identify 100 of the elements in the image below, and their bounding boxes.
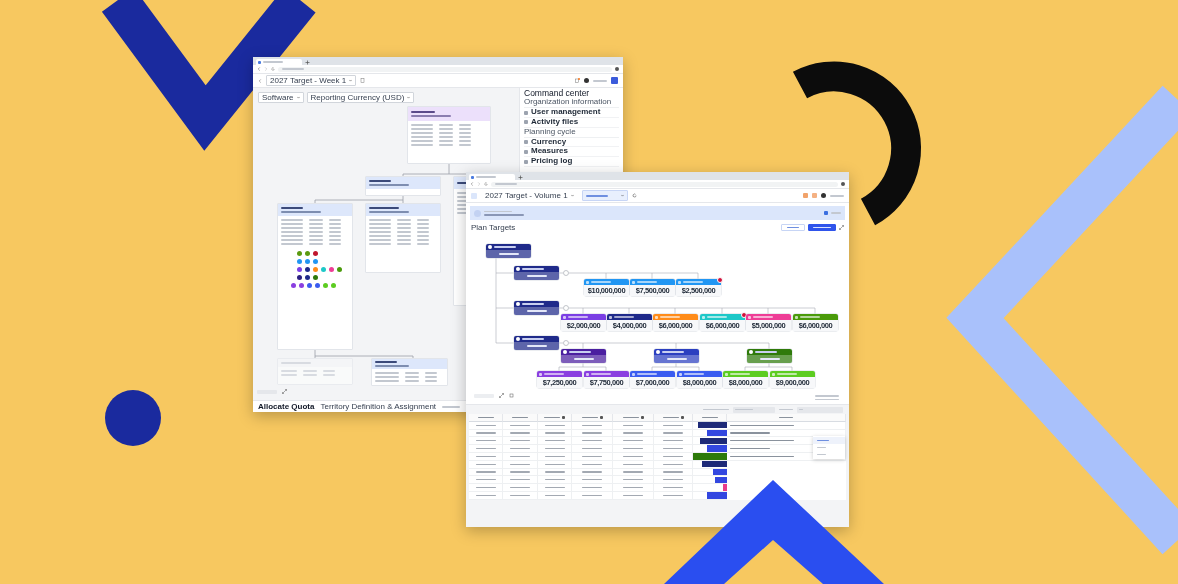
target-field[interactable] <box>733 406 775 413</box>
group-node[interactable] <box>514 301 559 315</box>
table-cell <box>469 476 503 485</box>
group-node[interactable] <box>486 244 531 258</box>
table-cell <box>469 460 503 469</box>
avatar-icon[interactable] <box>821 193 826 198</box>
menu-item[interactable] <box>813 451 845 458</box>
connector-line <box>557 307 564 309</box>
filter-select[interactable] <box>581 190 628 201</box>
notification-icon[interactable] <box>575 78 580 83</box>
section-title: Plan Targets <box>471 223 516 232</box>
caret-icon <box>349 79 353 82</box>
new-tab-icon[interactable] <box>518 175 523 180</box>
column-header[interactable] <box>654 414 693 422</box>
table-cell <box>613 421 654 430</box>
pin-icon[interactable] <box>509 393 514 398</box>
secondary-button[interactable] <box>781 224 805 231</box>
column-header[interactable] <box>538 414 572 422</box>
table-cell <box>572 491 613 500</box>
group-node[interactable] <box>747 349 792 363</box>
table-cell <box>503 421 538 430</box>
browser-tab[interactable] <box>469 174 515 180</box>
table-cell <box>538 437 572 446</box>
table-cell <box>572 429 613 438</box>
menu-item[interactable] <box>813 444 845 451</box>
connector-line <box>557 272 564 274</box>
lock-field[interactable] <box>797 406 843 413</box>
new-tab-icon[interactable] <box>305 60 310 65</box>
fit-icon[interactable] <box>282 389 287 394</box>
legend <box>815 395 839 400</box>
comment-cell[interactable] <box>727 421 846 430</box>
menu-item[interactable] <box>813 437 845 444</box>
table-cell <box>613 460 654 469</box>
table-cell <box>538 476 572 485</box>
caret-icon <box>296 96 300 99</box>
table-cell <box>538 460 572 469</box>
table-cell <box>538 421 572 430</box>
table-cell <box>503 437 538 446</box>
filter-select[interactable]: Software <box>258 92 304 103</box>
menu-icon[interactable] <box>611 77 618 84</box>
table-cell <box>572 421 613 430</box>
group-node[interactable] <box>514 336 559 350</box>
column-header[interactable] <box>613 414 654 422</box>
collapse-toggle[interactable] <box>563 270 569 276</box>
table-cell <box>572 460 613 469</box>
table-cell <box>538 491 572 500</box>
section-heading: Organization information <box>524 98 619 109</box>
caret-icon <box>620 194 624 197</box>
primary-button[interactable] <box>808 224 836 231</box>
reload-icon[interactable] <box>271 67 275 71</box>
group-node[interactable] <box>514 266 559 280</box>
reload-icon[interactable] <box>484 182 488 186</box>
collapse-toggle[interactable] <box>563 305 569 311</box>
table-cell <box>572 468 613 477</box>
avatar-icon[interactable] <box>584 78 589 83</box>
panel-item[interactable]: User management <box>524 108 619 118</box>
back-icon[interactable] <box>258 78 262 83</box>
panel-item[interactable]: Activity files <box>524 117 619 128</box>
fit-icon[interactable] <box>499 393 504 398</box>
browser-tab[interactable] <box>256 59 302 65</box>
column-header[interactable] <box>572 414 613 422</box>
document-icon[interactable] <box>360 78 366 83</box>
table-cell <box>613 429 654 438</box>
panel-item[interactable]: Measures <box>524 147 619 158</box>
dot-shape <box>105 390 161 446</box>
back-icon[interactable] <box>470 182 474 186</box>
filter-select[interactable]: Reporting Currency (USD) <box>306 92 415 103</box>
table-cell <box>503 460 538 469</box>
page-title: Allocate Quota <box>258 402 315 411</box>
table-cell <box>469 421 503 430</box>
table-cell <box>503 491 538 500</box>
column-header[interactable] <box>503 414 538 422</box>
section-heading: Planning cycle <box>524 127 619 138</box>
group-node[interactable] <box>561 349 606 363</box>
table-cell <box>613 491 654 500</box>
caret-icon <box>407 96 411 99</box>
panel-item[interactable]: Pricing log <box>524 157 619 167</box>
table-cell <box>469 468 503 477</box>
table-cell <box>538 429 572 438</box>
page-subtitle: Territory Definition & Assignment <box>320 402 437 411</box>
undo-icon[interactable] <box>631 193 637 198</box>
back-icon[interactable] <box>257 67 261 71</box>
table-cell <box>538 468 572 477</box>
table-cell <box>469 491 503 500</box>
group-node[interactable] <box>654 349 699 363</box>
table-cell <box>613 476 654 485</box>
table-cell <box>503 468 538 477</box>
column-header[interactable] <box>469 414 503 422</box>
panel-title: Command center <box>524 89 591 99</box>
table-cell <box>503 476 538 485</box>
column-header[interactable] <box>693 414 727 422</box>
caret-icon <box>570 194 574 197</box>
plan-select[interactable]: 2027 Target - Week 1 <box>266 75 357 86</box>
panel-item[interactable]: Currency <box>524 137 619 148</box>
expand-icon[interactable] <box>839 225 844 230</box>
table-cell <box>613 468 654 477</box>
profile-icon[interactable] <box>615 67 619 71</box>
profile-icon[interactable] <box>841 182 845 186</box>
table-cell <box>572 476 613 485</box>
collapse-toggle[interactable] <box>563 340 569 346</box>
